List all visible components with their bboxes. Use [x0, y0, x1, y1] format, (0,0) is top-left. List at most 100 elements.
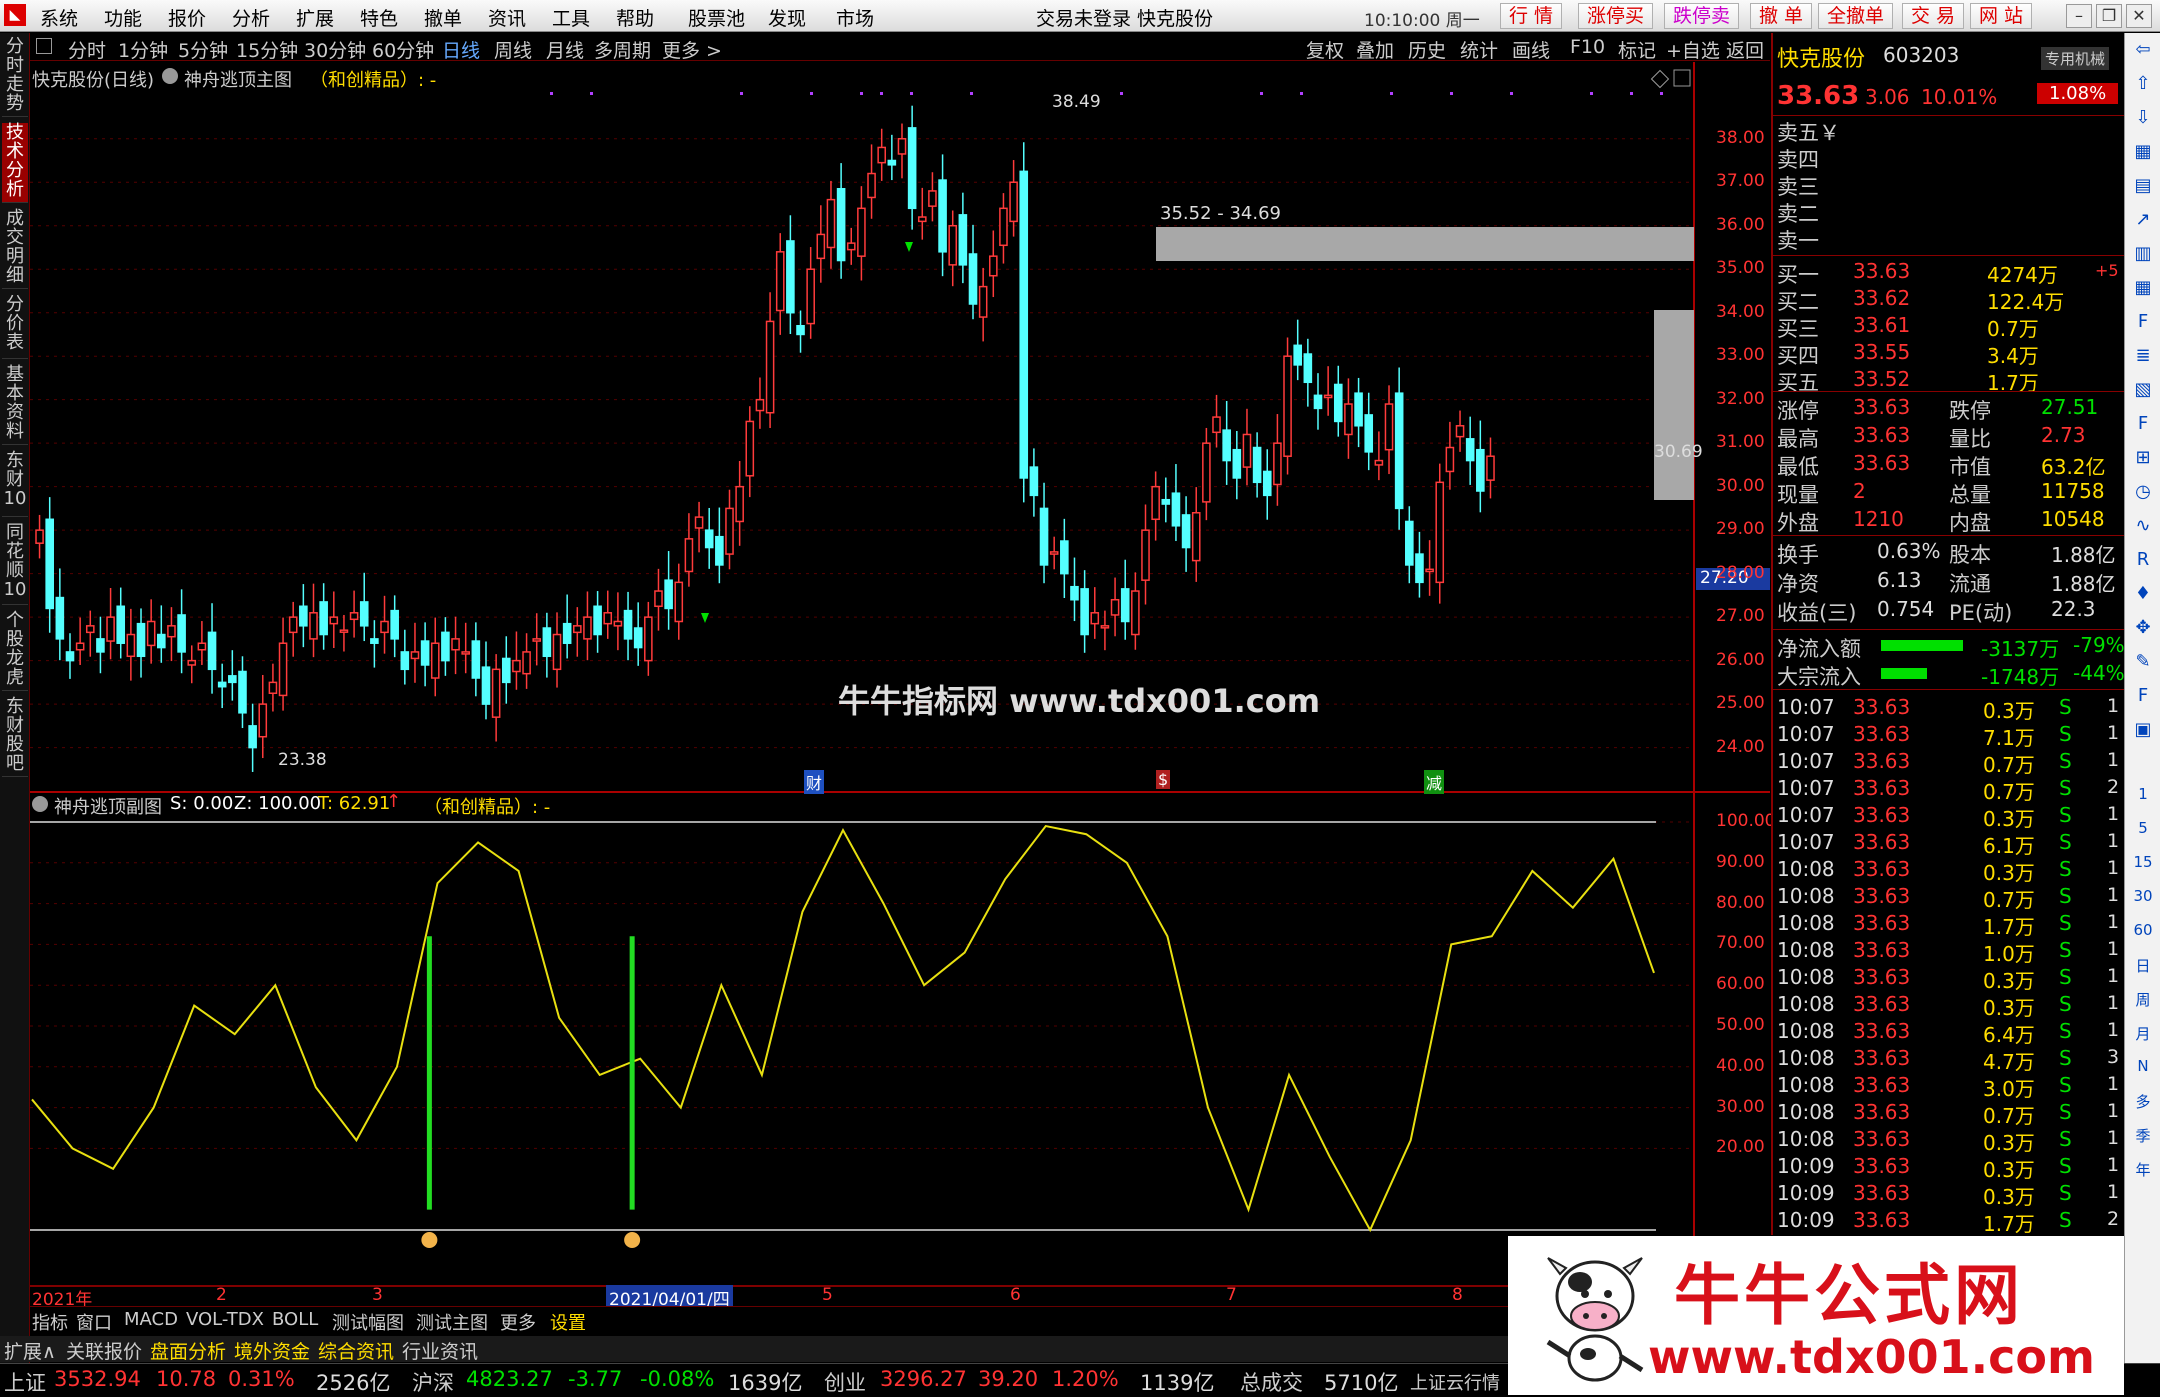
period-quick-button[interactable]: 5 [2129, 819, 2157, 837]
tool-icon[interactable]: R [2129, 549, 2157, 570]
tool-icon[interactable]: ◷ [2129, 481, 2157, 502]
event-marker-reduce[interactable]: 减 [1424, 770, 1445, 794]
tab-timeshare[interactable]: 分时走势 [2, 37, 28, 117]
tool-icon[interactable]: ✥ [2129, 617, 2157, 638]
ad-title[interactable]: 牛牛公式网 [1674, 1242, 2024, 1338]
period-60min[interactable]: 60分钟 [372, 36, 434, 63]
menu-discover[interactable]: 发现 [768, 4, 806, 31]
btn-website[interactable]: 网 站 [1970, 3, 2033, 29]
info-tab[interactable]: 关联报价 [66, 1337, 142, 1364]
tool-draw[interactable]: 画线 [1512, 36, 1550, 63]
tab-ths10[interactable]: 同花顺10 [2, 523, 28, 605]
tool-stats[interactable]: 统计 [1460, 36, 1498, 63]
period-more[interactable]: 更多 > [662, 36, 722, 63]
tool-icon[interactable]: ↗ [2129, 209, 2157, 230]
cy-label[interactable]: 创业 [824, 1367, 866, 1397]
tool-icon[interactable]: ⇩ [2129, 107, 2157, 128]
btn-trade[interactable]: 交 易 [1902, 3, 1965, 29]
indicator-tab[interactable]: 设置 [550, 1309, 586, 1335]
tab-guba[interactable]: 东财股吧 [2, 697, 28, 777]
menu-analysis[interactable]: 分析 [232, 4, 270, 31]
indicator-tab[interactable]: 窗口 [76, 1309, 112, 1335]
period-1min[interactable]: 1分钟 [118, 36, 168, 63]
period-30min[interactable]: 30分钟 [304, 36, 366, 63]
period-quick-button[interactable]: 1 [2129, 785, 2157, 803]
tool-restore-rights[interactable]: 复权 [1306, 36, 1344, 63]
tool-icon[interactable]: F [2129, 685, 2157, 706]
info-tab[interactable]: 扩展∧ [4, 1337, 56, 1364]
info-tab[interactable]: 境外资金 [234, 1337, 310, 1364]
period-weekly[interactable]: 周线 [494, 36, 532, 63]
btn-limit-down-sell[interactable]: 跌停卖 [1664, 3, 1740, 29]
period-daily[interactable]: 日线 [442, 36, 480, 63]
tab-dragon-tiger[interactable]: 个股龙虎 [2, 611, 28, 691]
menu-news[interactable]: 资讯 [488, 4, 526, 31]
tab-technical[interactable]: 技术分析 [2, 123, 28, 203]
tool-icon[interactable]: ▧ [2129, 379, 2157, 400]
event-marker-dollar[interactable]: $ [1156, 770, 1171, 789]
menu-market[interactable]: 市场 [836, 4, 874, 31]
indicator-tab[interactable]: BOLL [272, 1309, 318, 1330]
restore-icon[interactable]: ❐ [2096, 4, 2122, 28]
tool-icon[interactable]: ▦ [2129, 141, 2157, 162]
hs-label[interactable]: 沪深 [412, 1367, 454, 1397]
minimize-icon[interactable]: – [2066, 4, 2092, 28]
tool-icon[interactable]: ✎ [2129, 651, 2157, 672]
tool-back[interactable]: 返回 [1726, 36, 1764, 63]
period-quick-button[interactable]: 日 [2129, 955, 2157, 976]
period-5min[interactable]: 5分钟 [178, 36, 228, 63]
period-quick-button[interactable]: 年 [2129, 1159, 2157, 1180]
period-quick-button[interactable]: 15 [2129, 853, 2157, 871]
info-tab[interactable]: 盘面分析 [150, 1337, 226, 1364]
period-15min[interactable]: 15分钟 [236, 36, 298, 63]
tool-overlay[interactable]: 叠加 [1356, 36, 1394, 63]
panel-toggle-icon[interactable] [36, 38, 52, 54]
tool-icon[interactable]: ⊞ [2129, 447, 2157, 468]
period-quick-button[interactable]: 30 [2129, 887, 2157, 905]
app-logo-icon[interactable]: ◣ [4, 4, 26, 26]
tab-fundamentals[interactable]: 基本资料 [2, 365, 28, 445]
menu-system[interactable]: 系统 [40, 4, 78, 31]
period-multi[interactable]: 多周期 [594, 36, 651, 63]
indicator-tab[interactable]: 测试主图 [416, 1309, 488, 1335]
sub-indicator-toggle-icon[interactable] [32, 796, 48, 812]
btn-limit-up-buy[interactable]: 涨停买 [1578, 3, 1654, 29]
tool-icon[interactable]: ⇧ [2129, 73, 2157, 94]
tab-deals[interactable]: 成交明细 [2, 209, 28, 289]
tool-icon[interactable]: ♦ [2129, 583, 2157, 604]
menu-cancel[interactable]: 撤单 [424, 4, 462, 31]
period-monthly[interactable]: 月线 [546, 36, 584, 63]
ad-banner[interactable]: 牛牛公式网 www.tdx001.com [1508, 1236, 2124, 1395]
ad-url[interactable]: www.tdx001.com [1648, 1330, 2095, 1384]
tool-icon[interactable]: ▤ [2129, 175, 2157, 196]
tool-add-favorite[interactable]: +自选 [1666, 36, 1720, 63]
indicator-toggle-icon[interactable] [162, 68, 178, 84]
period-quick-button[interactable]: N [2129, 1057, 2157, 1075]
sub-indicator-name[interactable]: 神舟逃顶副图 [54, 793, 162, 819]
tool-icon[interactable]: ⇦ [2129, 39, 2157, 60]
tool-f10[interactable]: F10 [1570, 36, 1605, 58]
period-quick-button[interactable]: 周 [2129, 989, 2157, 1010]
menu-feature[interactable]: 特色 [360, 4, 398, 31]
indicator-tab[interactable]: VOL-TDX [186, 1309, 264, 1330]
info-tab[interactable]: 综合资讯 [318, 1337, 394, 1364]
period-quick-button[interactable]: 60 [2129, 921, 2157, 939]
indicator-tab[interactable]: 测试幅图 [332, 1309, 404, 1335]
news-ticker[interactable]: 上证云行情 [1410, 1369, 1500, 1395]
period-quick-button[interactable]: 季 [2129, 1125, 2157, 1146]
tool-icon[interactable]: ▣ [2129, 719, 2157, 740]
indicator-tab[interactable]: 更多 [500, 1309, 536, 1335]
menu-help[interactable]: 帮助 [616, 4, 654, 31]
tool-mark[interactable]: 标记 [1618, 36, 1656, 63]
tool-icon[interactable]: ∿ [2129, 515, 2157, 536]
period-quick-button[interactable]: 多 [2129, 1091, 2157, 1112]
indicator-tab[interactable]: 指标 [32, 1309, 68, 1335]
btn-cancel-all[interactable]: 全撤单 [1818, 3, 1894, 29]
tool-icon[interactable]: F [2129, 311, 2157, 332]
tool-icon[interactable]: ≣ [2129, 345, 2157, 366]
menu-quote[interactable]: 报价 [168, 4, 206, 31]
tool-history[interactable]: 历史 [1408, 36, 1446, 63]
period-quick-button[interactable]: 月 [2129, 1023, 2157, 1044]
btn-market[interactable]: 行 情 [1500, 3, 1563, 29]
tab-price-table[interactable]: 分价表 [2, 295, 28, 359]
